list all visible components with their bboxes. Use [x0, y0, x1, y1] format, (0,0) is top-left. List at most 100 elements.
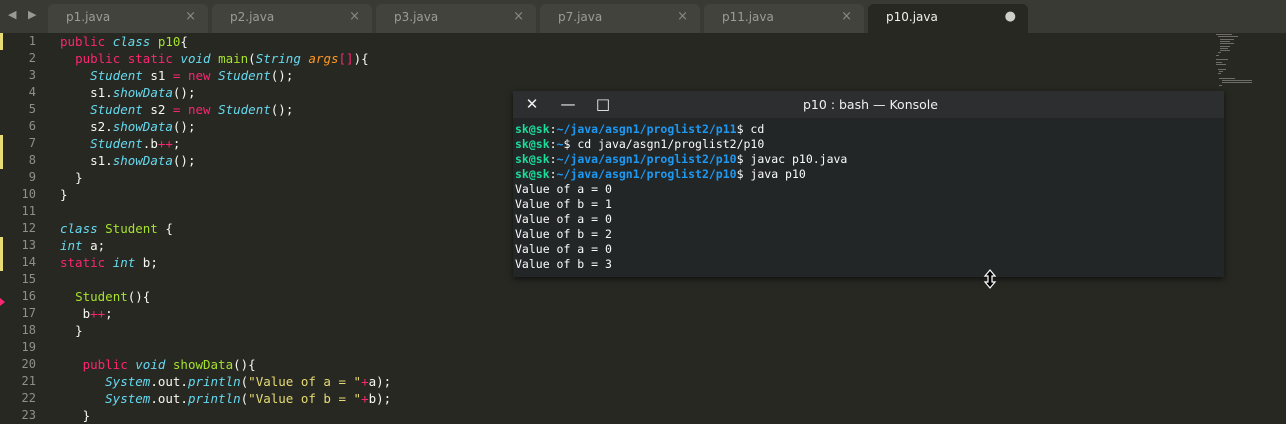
line-number: 16 — [21, 289, 36, 303]
prompt-user: sk@sk — [515, 167, 550, 181]
terminal-output-line: Value of b = 2 — [515, 227, 612, 241]
konsole-window[interactable]: ✕ — □ p10 : bash — Konsole sk@sk:~/java/… — [513, 91, 1224, 277]
konsole-titlebar[interactable]: ✕ — □ p10 : bash — Konsole — [513, 91, 1224, 118]
code-line[interactable]: } — [60, 322, 83, 339]
minimap-line — [1218, 52, 1221, 54]
tab-p7-java[interactable]: p7.java × — [540, 4, 700, 33]
code-token: Student — [90, 102, 151, 117]
code-token: public — [82, 357, 136, 372]
line-number: 9 — [28, 170, 36, 184]
code-token: int — [60, 238, 91, 253]
minimap-line — [1218, 68, 1226, 70]
code-line[interactable]: System.out.println("Value of b = "+b); — [60, 390, 391, 407]
code-token: Student — [90, 136, 143, 151]
code-line[interactable]: } — [60, 169, 83, 186]
code-token: Student — [218, 68, 271, 83]
minimap-line — [1216, 63, 1226, 65]
code-token: showData — [112, 153, 173, 168]
code-token: s1 — [150, 68, 173, 83]
code-token: .out. — [150, 391, 188, 406]
line-number-gutter: 1 2 3 4 5 6 7 8 9 10 11 12 13 14 15 16 17 18 19 20 21 22 23 — [0, 33, 48, 422]
tab-p3-java[interactable]: p3.java × — [376, 4, 536, 33]
line-number: 22 — [21, 391, 36, 405]
minimap[interactable] — [1212, 34, 1264, 94]
line-number: 8 — [28, 153, 36, 167]
code-token: args — [308, 51, 339, 66]
minimap-line — [1219, 84, 1222, 86]
unsaved-dot-icon[interactable]: ● — [1005, 9, 1016, 24]
code-line[interactable]: System.out.println("Value of a = "+a); — [60, 373, 391, 390]
line-number: 1 — [28, 34, 36, 48]
code-token: } — [75, 323, 83, 338]
code-line[interactable]: s1.showData(); — [60, 84, 195, 101]
line-number: 23 — [21, 408, 36, 422]
code-token: showData — [112, 85, 173, 100]
code-token: System — [105, 391, 151, 406]
prompt-separator: : — [549, 122, 557, 136]
minimap-line — [1220, 47, 1228, 49]
close-icon[interactable]: ✕ — [524, 96, 540, 112]
modified-line-marker — [0, 135, 3, 152]
minimap-line — [1216, 59, 1228, 61]
code-token: } — [82, 408, 91, 423]
minimap-line — [1216, 54, 1219, 56]
code-token: ++ — [157, 136, 173, 151]
code-token: + — [361, 391, 369, 406]
minimap-line — [1222, 80, 1252, 81]
code-line[interactable]: Student s2 = new Student(); — [60, 101, 293, 118]
code-line[interactable]: } — [60, 407, 91, 424]
code-line[interactable]: Student.b++; — [60, 135, 180, 152]
close-icon[interactable]: × — [185, 9, 196, 24]
code-line[interactable]: s2.showData(); — [60, 118, 195, 135]
code-token: p10 — [157, 34, 181, 49]
line-number: 4 — [28, 85, 36, 99]
code-token: public — [60, 34, 113, 49]
code-line[interactable]: s1.showData(); — [60, 152, 195, 169]
code-token: showData — [172, 357, 234, 372]
code-line[interactable]: public class p10{ — [60, 33, 188, 50]
line-number: 21 — [21, 374, 36, 388]
code-token: a; — [90, 238, 106, 253]
maximize-icon[interactable]: □ — [595, 96, 611, 112]
close-icon[interactable]: × — [677, 9, 688, 24]
code-line[interactable]: b++; — [60, 305, 113, 322]
code-line[interactable]: Student(){ — [60, 288, 150, 305]
tab-p1-java[interactable]: p1.java × — [48, 4, 208, 33]
code-line[interactable]: } — [60, 186, 68, 203]
code-line[interactable]: Student s1 = new Student(); — [60, 67, 293, 84]
code-token: } — [60, 187, 68, 202]
tab-label: p11.java — [722, 10, 774, 24]
line-number: 3 — [28, 68, 36, 82]
tab-p11-java[interactable]: p11.java × — [704, 4, 864, 33]
line-number: 2 — [28, 51, 36, 65]
prompt-separator: : — [549, 152, 557, 166]
code-token: main — [218, 51, 249, 66]
code-line[interactable]: class Student { — [60, 220, 173, 237]
close-icon[interactable]: × — [513, 9, 524, 24]
minimize-icon[interactable]: — — [560, 96, 576, 112]
code-line[interactable]: static int b; — [60, 254, 158, 271]
close-icon[interactable]: × — [349, 9, 360, 24]
close-icon[interactable]: × — [841, 9, 852, 24]
code-line[interactable]: public void showData(){ — [60, 356, 256, 373]
code-token: s1. — [90, 153, 113, 168]
minimap-line — [1216, 34, 1232, 35]
line-number: 12 — [21, 221, 36, 235]
line-number: 7 — [28, 136, 36, 150]
line-number: 11 — [21, 204, 36, 218]
tab-p10-java[interactable]: p10.java ● — [868, 4, 1028, 33]
code-token: b — [82, 306, 91, 321]
code-line[interactable]: int a; — [60, 237, 105, 254]
code-token: } — [75, 170, 83, 185]
code-token: .out. — [150, 374, 188, 389]
code-line[interactable]: public static void main(String args[]){ — [60, 50, 369, 67]
line-number: 19 — [21, 340, 36, 354]
tab-nav-arrows[interactable]: ◀ ▶ — [8, 8, 40, 21]
terminal-output-line: Value of a = 0 — [515, 212, 612, 226]
tab-p2-java[interactable]: p2.java × — [212, 4, 372, 33]
